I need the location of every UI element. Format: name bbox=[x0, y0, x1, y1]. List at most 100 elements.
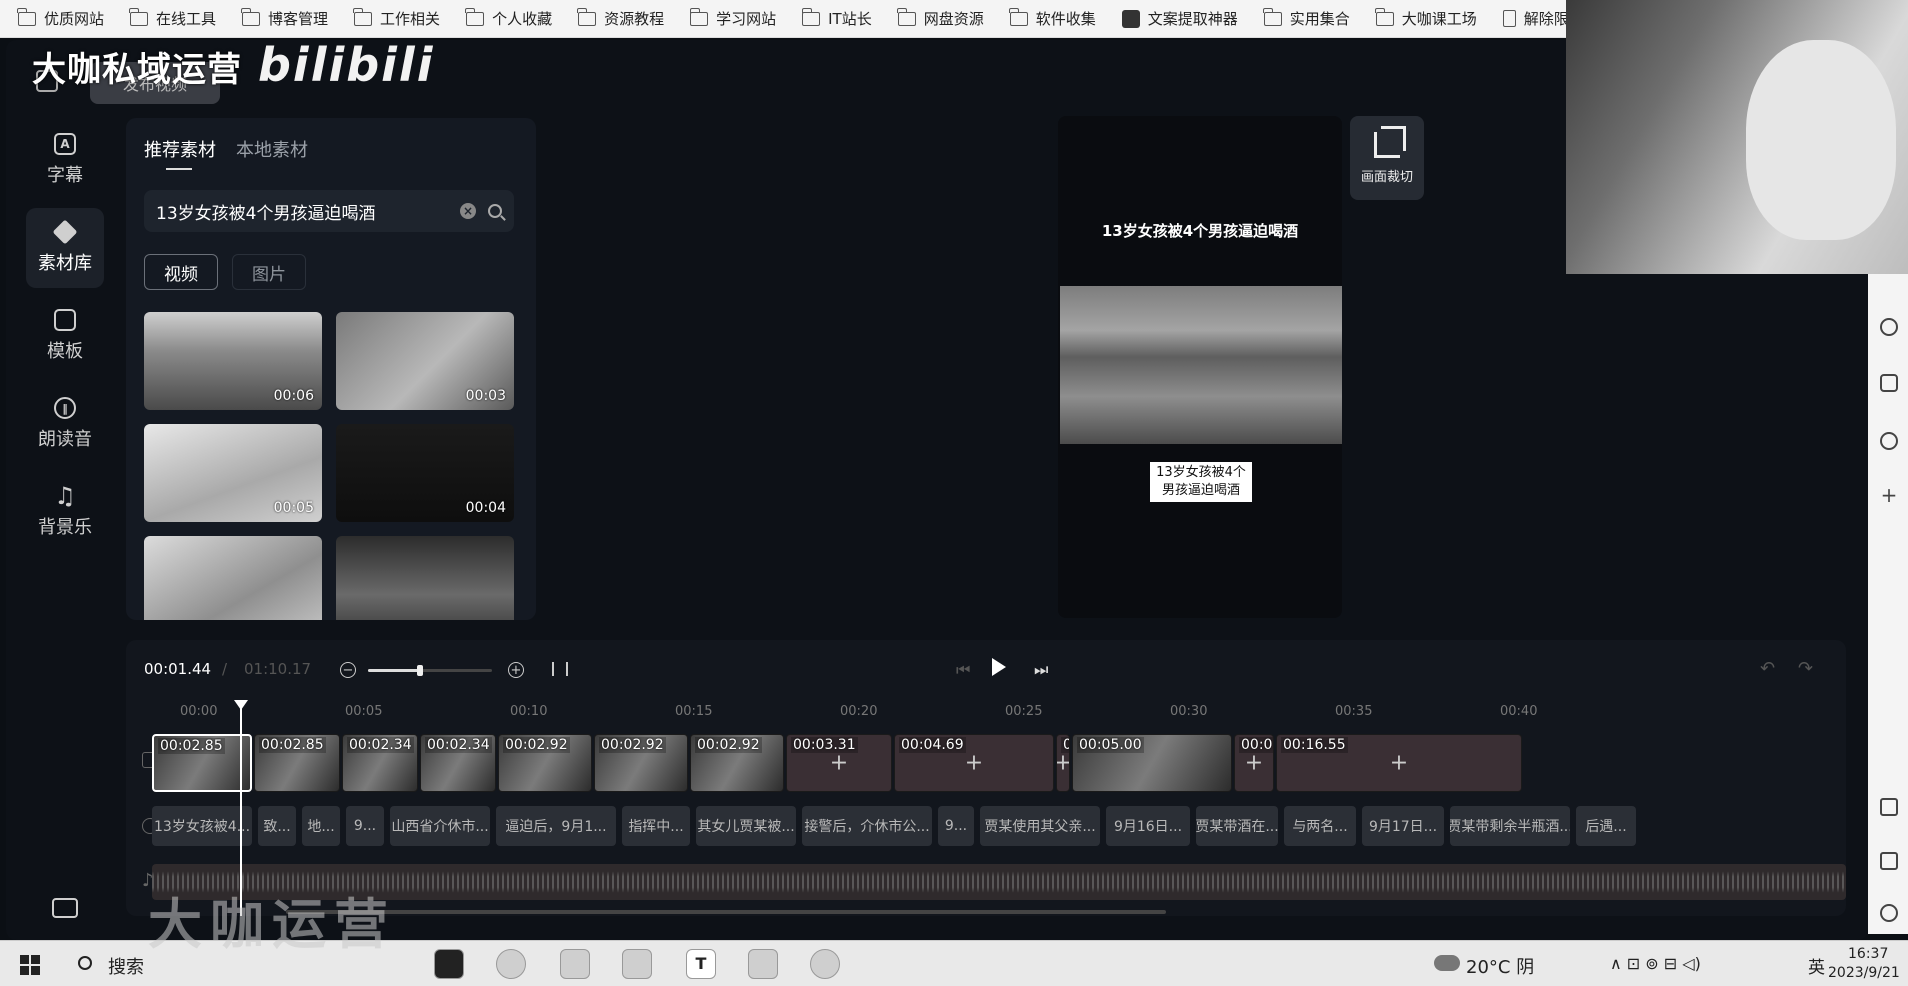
rail-item[interactable]: 模板 bbox=[26, 296, 104, 376]
video-thumbnail[interactable]: 00:05 bbox=[144, 424, 322, 522]
browser-app-icon[interactable] bbox=[810, 949, 840, 979]
subtitle-segment[interactable]: 13岁女孩被4... bbox=[152, 806, 252, 846]
add-icon[interactable]: + bbox=[1880, 485, 1898, 505]
skip-back-icon[interactable]: ⏮ bbox=[956, 660, 970, 680]
subtitle-segment[interactable]: 地... bbox=[302, 806, 340, 846]
tab-recommended[interactable]: 推荐素材 bbox=[144, 136, 216, 162]
search-icon[interactable] bbox=[488, 204, 502, 218]
rail-item[interactable]: ♫ 背景乐 bbox=[26, 472, 104, 552]
tab-local[interactable]: 本地素材 bbox=[236, 136, 308, 162]
zoom-in-icon[interactable]: + bbox=[508, 662, 524, 678]
bookmark-item[interactable]: 大咖课工场 bbox=[1375, 7, 1477, 29]
rail-item[interactable]: ‖ 朗读音 bbox=[26, 384, 104, 464]
skip-forward-icon[interactable]: ⏭ bbox=[1034, 660, 1048, 680]
video-clip[interactable]: 00:02.34 bbox=[420, 734, 496, 792]
subtitle-segment[interactable]: 9月17日... bbox=[1362, 806, 1444, 846]
chrome-icon[interactable] bbox=[496, 949, 526, 979]
sidebar-app-icon[interactable] bbox=[1880, 432, 1898, 450]
subtitle-segment[interactable]: 致... bbox=[258, 806, 296, 846]
bookmark-item[interactable]: 实用集合 bbox=[1263, 7, 1350, 29]
video-clip[interactable]: 00:02.92 bbox=[690, 734, 784, 792]
sidebar-app-icon[interactable] bbox=[1880, 318, 1898, 336]
menu-icon[interactable] bbox=[52, 898, 78, 918]
time-ruler[interactable]: 00:00 00:05 00:10 00:15 00:20 00:25 00:30 00:35… bbox=[126, 700, 1846, 724]
add-media-icon[interactable]: + bbox=[1057, 751, 1069, 776]
zoom-slider[interactable] bbox=[368, 665, 492, 676]
sidebar-app-icon[interactable] bbox=[1880, 374, 1898, 392]
video-clip[interactable]: 00:05.00 bbox=[1072, 734, 1232, 792]
undo-icon[interactable]: ↶ bbox=[1760, 658, 1775, 679]
subtitle-segment[interactable]: 其女儿贾某被... bbox=[696, 806, 796, 846]
video-thumbnail[interactable] bbox=[144, 536, 322, 620]
subtitle-segment[interactable]: 接警后，介休市公... bbox=[802, 806, 932, 846]
bookmark-item[interactable]: 博客管理 bbox=[241, 7, 328, 29]
bookmark-item[interactable]: 工作相关 bbox=[353, 7, 440, 29]
zoom-slider-handle[interactable] bbox=[417, 665, 424, 676]
bookmark-item[interactable]: 优质网站 bbox=[17, 7, 104, 29]
subtitle-segment[interactable]: 指挥中... bbox=[622, 806, 690, 846]
video-thumbnail[interactable]: 00:03 bbox=[336, 312, 514, 410]
timeline-scrollbar[interactable] bbox=[286, 910, 1166, 914]
subtitle-segment[interactable]: 9月16日... bbox=[1106, 806, 1190, 846]
rail-item[interactable]: A 字幕 bbox=[26, 120, 104, 200]
video-thumbnail[interactable]: 00:06 bbox=[144, 312, 322, 410]
video-clip[interactable]: 00:03.31 + bbox=[786, 734, 892, 792]
video-thumbnail[interactable] bbox=[336, 536, 514, 620]
fit-timeline-icon[interactable] bbox=[552, 662, 568, 676]
subtitle-segment[interactable]: 逼迫后，9月1... bbox=[496, 806, 616, 846]
video-thumbnail[interactable]: 00:04 bbox=[336, 424, 514, 522]
notes-app-icon[interactable] bbox=[560, 949, 590, 979]
zoom-out-icon[interactable]: − bbox=[340, 662, 356, 678]
add-media-icon[interactable]: + bbox=[1245, 751, 1263, 776]
folder-app-icon[interactable] bbox=[748, 949, 778, 979]
video-clip[interactable]: 00:04.69 + bbox=[894, 734, 1054, 792]
play-icon[interactable] bbox=[992, 658, 1006, 676]
subtitle-segment[interactable]: 山西省介休市... bbox=[390, 806, 490, 846]
subtitle-segment[interactable]: 后遇... bbox=[1576, 806, 1636, 846]
video-clip[interactable]: 00:02.85 bbox=[152, 734, 252, 792]
weather-readout[interactable]: 20°C 阴 bbox=[1466, 953, 1534, 979]
bookmark-item[interactable]: 个人收藏 bbox=[465, 7, 552, 29]
windows-start-icon[interactable] bbox=[20, 955, 40, 975]
audio-track[interactable] bbox=[152, 864, 1846, 900]
bookmark-item[interactable]: 文案提取神器 bbox=[1121, 8, 1238, 29]
clear-icon[interactable]: × bbox=[460, 203, 476, 219]
search-icon[interactable] bbox=[78, 956, 92, 970]
subtitle-segment[interactable]: 9... bbox=[346, 806, 384, 846]
taskbar-search-label[interactable]: 搜索 bbox=[108, 953, 144, 979]
video-clip[interactable]: 00:02.85 bbox=[254, 734, 340, 792]
video-clip[interactable]: 00:01.+ bbox=[1234, 734, 1274, 792]
edge-icon[interactable] bbox=[434, 949, 464, 979]
bookmark-item[interactable]: 软件收集 bbox=[1009, 7, 1096, 29]
input-method-indicator[interactable]: 英 bbox=[1808, 953, 1825, 978]
filter-video[interactable]: 视频 bbox=[144, 254, 218, 290]
subtitle-segment[interactable]: 与两名... bbox=[1284, 806, 1356, 846]
subtitle-segment[interactable]: 贾某使用其父亲... bbox=[980, 806, 1100, 846]
bookmark-item[interactable]: IT站长 bbox=[801, 7, 872, 29]
video-clip[interactable]: 00:02.92 bbox=[498, 734, 592, 792]
filter-image[interactable]: 图片 bbox=[232, 254, 306, 290]
crop-button[interactable]: 画面裁切 bbox=[1350, 116, 1424, 200]
editor-app-icon[interactable] bbox=[622, 949, 652, 979]
video-clip[interactable]: 00:02.92 bbox=[594, 734, 688, 792]
bookmark-item[interactable]: 学习网站 bbox=[689, 7, 776, 29]
bookmark-item[interactable]: 在线工具 bbox=[129, 7, 216, 29]
gear-icon[interactable] bbox=[1880, 904, 1898, 922]
video-clip[interactable]: 00:16.55 + bbox=[1276, 734, 1522, 792]
system-tray[interactable]: ∧ ⊡ ⊚ ⊟ ◁) bbox=[1610, 954, 1701, 973]
rail-item[interactable]: 素材库 bbox=[26, 208, 104, 288]
search-input[interactable] bbox=[156, 201, 460, 221]
bookmark-item[interactable]: 网盘资源 bbox=[897, 7, 984, 29]
video-clip[interactable]: 00:02.34 bbox=[342, 734, 418, 792]
subtitle-segment[interactable]: 贾某带酒在... bbox=[1196, 806, 1278, 846]
subtitle-segment[interactable]: 贾某带剩余半瓶酒... bbox=[1450, 806, 1570, 846]
redo-icon[interactable]: ↷ bbox=[1798, 658, 1813, 679]
subtitle-segment[interactable]: 9... bbox=[938, 806, 974, 846]
sidebar-app-icon[interactable] bbox=[1880, 798, 1898, 816]
typora-icon[interactable]: T bbox=[686, 949, 716, 979]
clock-date[interactable]: 2023/9/21 bbox=[1828, 965, 1900, 981]
video-clip[interactable]: 0+ bbox=[1056, 734, 1070, 792]
add-media-icon[interactable]: + bbox=[1390, 751, 1408, 776]
bookmark-item[interactable]: 资源教程 bbox=[577, 7, 664, 29]
sidebar-app-icon[interactable] bbox=[1880, 852, 1898, 870]
